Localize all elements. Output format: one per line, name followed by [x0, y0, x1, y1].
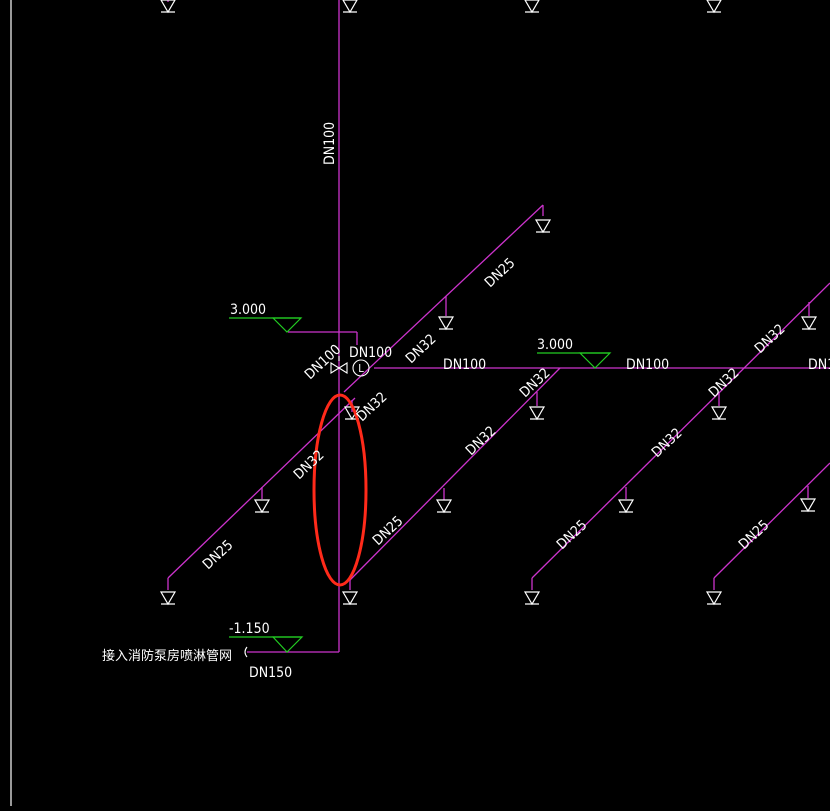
sprinkler-head-icon [706, 0, 722, 14]
inlet-note: 接入消防泵房喷淋管网 [102, 648, 232, 664]
cad-drawing: L 3.000 3.000 -1.150 DN100 DN100 DN100 D… [0, 0, 830, 806]
elevation-triangle-icon [271, 317, 303, 333]
mid-right-dn32-label-a: DN32 [706, 365, 743, 401]
header-right-label: DN100 [626, 357, 669, 373]
sprinkler-head-icon [342, 0, 358, 14]
sprinkler-head-icon [524, 0, 540, 14]
far-right-dn25-label: DN25 [736, 517, 773, 553]
left-dn32-label-a: DN32 [354, 389, 391, 425]
sprinkler-head-icon [523, 591, 541, 606]
elevation-label-main: 3.000 [230, 302, 266, 318]
sprinkler-head-icon [800, 316, 818, 331]
highlight-ellipse [312, 393, 368, 587]
center-dn32-label-b: DN32 [463, 423, 500, 459]
flow-switch-label: L [358, 362, 364, 375]
mid-right-dn25-label: DN25 [554, 517, 591, 553]
valve-top-label: DN100 [349, 345, 392, 361]
sprinkler-head-icon [253, 499, 271, 514]
elevation-label-bottom: -1.150 [229, 621, 270, 637]
sprinkler-head-icon [799, 498, 817, 513]
sprinkler-head-icon [617, 499, 635, 514]
center-dn25-label: DN25 [370, 513, 407, 549]
center-dn32-label-a: DN32 [517, 365, 554, 401]
sprinkler-head-icon [435, 499, 453, 514]
sprinkler-head-icon [534, 219, 552, 234]
sprinkler-head-icon [705, 591, 723, 606]
sprinkler-system-diagram: L 3.000 3.000 -1.150 DN100 DN100 DN100 D… [10, 0, 830, 806]
elevation-triangle-icon [271, 636, 304, 653]
sprinkler-head-icon [159, 591, 177, 606]
inlet-pipe-label: DN150 [249, 665, 292, 681]
far-right-branch-pipe [713, 462, 830, 579]
header-end-label: DN1 [808, 357, 830, 373]
elevation-label-header: 3.000 [537, 337, 573, 353]
sprinkler-head-icon [710, 406, 728, 421]
sprinkler-head-icon [341, 591, 359, 606]
pipe-size-labels: DN100 DN100 DN100 DN100 DN100 DN1 DN32 D… [200, 122, 830, 681]
pipe-network [167, 0, 830, 653]
left-dn32-label-b: DN32 [291, 447, 328, 483]
mid-right-dn32-label-b: DN32 [649, 425, 686, 461]
sprinkler-head-icon [528, 406, 546, 421]
pipe-break-icon [244, 646, 248, 658]
sprinkler-head-icon [437, 316, 455, 331]
riser-valve-label: DN100 [302, 342, 344, 383]
header-left-label: DN100 [443, 357, 486, 373]
far-right-dn32-label: DN32 [752, 321, 789, 357]
upper-branch-dn25-label: DN25 [482, 255, 519, 291]
main-riser-label: DN100 [322, 122, 338, 165]
upper-branch-dn32-label: DN32 [403, 331, 440, 367]
elevation-triangle-icon [578, 352, 612, 369]
